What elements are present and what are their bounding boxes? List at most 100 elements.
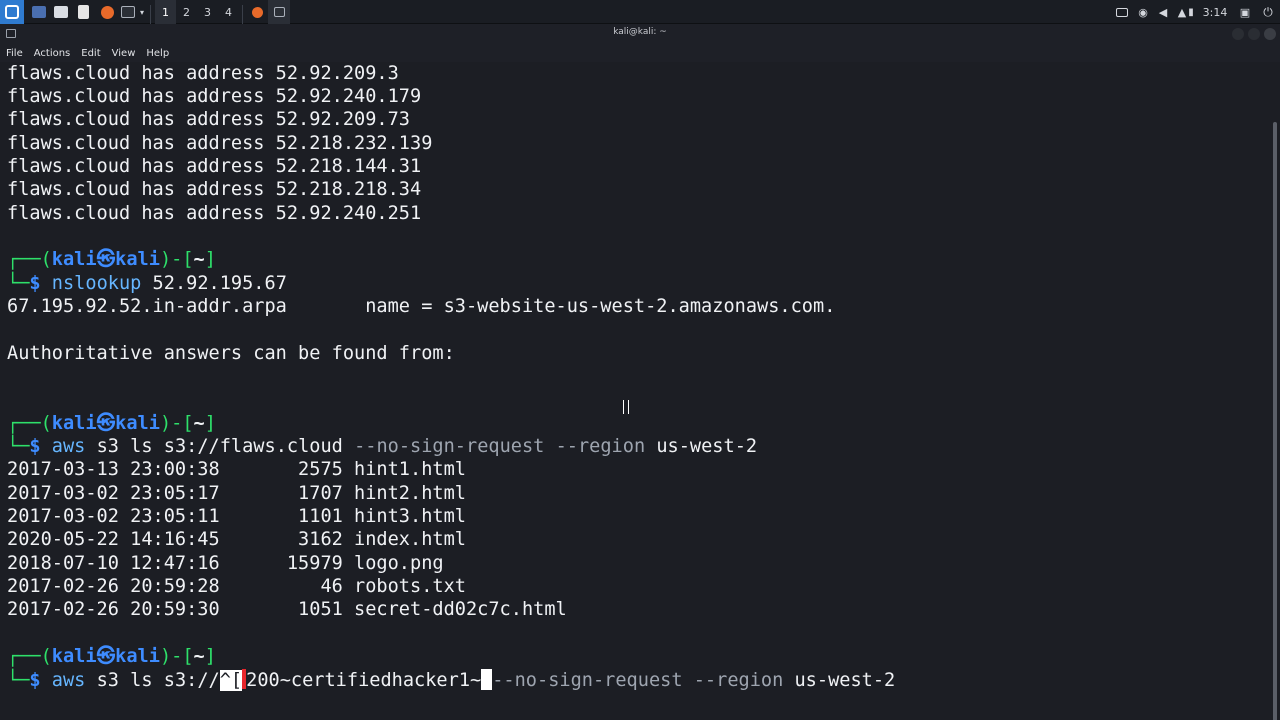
- command-line: └─$ nslookup 52.92.195.67: [7, 272, 287, 295]
- prompt-host: kali: [115, 249, 160, 270]
- menu-edit[interactable]: Edit: [81, 48, 100, 59]
- host-line: flaws.cloud has address 52.218.232.139: [7, 133, 433, 154]
- menu-view[interactable]: View: [112, 48, 136, 59]
- host-line: flaws.cloud has address 52.92.240.179: [7, 86, 422, 107]
- prompt-host: kali: [115, 413, 160, 434]
- firefox-task-icon[interactable]: [246, 0, 268, 24]
- prompt-dollar: $: [29, 273, 41, 294]
- host-line: flaws.cloud has address 52.92.209.3: [7, 63, 399, 84]
- workspace-3[interactable]: 3: [197, 0, 218, 24]
- command-option: --no-sign-request: [354, 436, 545, 457]
- listing-row: 2018-07-10 12:47:16 15979 logo.png: [7, 553, 444, 574]
- command-name: aws: [51, 436, 86, 457]
- command-option: --no-sign-request: [492, 670, 683, 691]
- display-icon[interactable]: [1112, 0, 1132, 24]
- prompt-open: ┌──(: [7, 413, 52, 434]
- command-args: s3 ls s3://flaws.cloud: [85, 436, 355, 457]
- prompt-corner: └─: [7, 670, 30, 691]
- terminal-task-icon[interactable]: [268, 0, 290, 24]
- listing-row: 2017-02-26 20:59:28 46 robots.txt: [7, 576, 466, 597]
- firefox-icon[interactable]: [96, 0, 118, 24]
- prompt-mid: )-[: [159, 646, 194, 667]
- command-args: s3 ls s3://: [85, 670, 220, 691]
- command-name: aws: [51, 670, 86, 691]
- menu-file[interactable]: File: [6, 48, 23, 59]
- prompt-user: kali: [51, 413, 97, 434]
- prompt-corner: └─: [7, 273, 30, 294]
- listing-row: 2017-03-02 23:05:11 1101 hint3.html: [7, 506, 466, 527]
- command-args: 200~certifiedhacker1~: [246, 670, 482, 691]
- volume-icon[interactable]: ◀: [1154, 0, 1172, 24]
- command-space: [683, 670, 694, 691]
- workspace-4[interactable]: 4: [218, 0, 239, 24]
- maximize-button[interactable]: [1248, 28, 1260, 40]
- kali-menu-icon[interactable]: [0, 0, 24, 24]
- prompt-dollar: $: [29, 670, 41, 691]
- escape-sequence: ^[: [219, 670, 243, 691]
- prompt-dir: ~: [193, 249, 205, 270]
- close-button[interactable]: [1264, 28, 1276, 40]
- prompt-at-icon: ㉿: [96, 413, 116, 434]
- prompt-dollar: $: [29, 436, 41, 457]
- menu-help[interactable]: Help: [146, 48, 169, 59]
- prompt-close: ]: [204, 646, 216, 667]
- terminal-output[interactable]: flaws.cloud has address 52.92.209.3 flaw…: [0, 62, 1270, 720]
- listing-row: 2017-03-02 23:05:17 1707 hint2.html: [7, 483, 466, 504]
- prompt-open: ┌──(: [7, 249, 52, 270]
- file-manager-icon[interactable]: [50, 0, 72, 24]
- desktop-icon[interactable]: [28, 0, 50, 24]
- prompt-at-icon: ㉿: [96, 646, 116, 667]
- scrollbar-thumb[interactable]: [1273, 122, 1277, 720]
- nslookup-result: 67.195.92.52.in-addr.arpa name = s3-webs…: [7, 296, 836, 317]
- command-args: 52.92.195.67: [141, 273, 287, 294]
- command-args: us-west-2: [783, 670, 896, 691]
- chevron-down-icon[interactable]: ▾: [137, 0, 147, 24]
- minimize-button[interactable]: [1232, 28, 1244, 40]
- prompt-user: kali: [51, 646, 97, 667]
- listing-row: 2017-03-13 23:00:38 2575 hint1.html: [7, 459, 466, 480]
- lock-icon[interactable]: ▣: [1236, 0, 1254, 24]
- window-titlebar[interactable]: kali@kali: ~: [0, 24, 1280, 44]
- window-title: kali@kali: ~: [613, 27, 667, 37]
- command-name: nslookup: [51, 273, 142, 294]
- command-line-active[interactable]: └─$ aws s3 ls s3://^[200~certifiedhacker…: [7, 669, 895, 692]
- text-editor-icon[interactable]: [72, 0, 94, 24]
- host-line: flaws.cloud has address 52.92.240.251: [7, 203, 422, 224]
- command-args: us-west-2: [645, 436, 758, 457]
- workspace-2[interactable]: 2: [176, 0, 197, 24]
- prompt-close: ]: [204, 249, 216, 270]
- prompt-close: ]: [204, 413, 216, 434]
- command-line: └─$ aws s3 ls s3://flaws.cloud --no-sign…: [7, 435, 757, 458]
- host-line: flaws.cloud has address 52.218.218.34: [7, 179, 422, 200]
- terminal-icon[interactable]: [117, 0, 139, 24]
- top-panel: ▾ 1 2 3 4 ◉ ◀ ▲ ▮ 3:14 ▣ ⏻: [0, 0, 1280, 29]
- prompt-host: kali: [115, 646, 160, 667]
- power-icon[interactable]: ⏻: [1258, 0, 1278, 24]
- listing-row: 2020-05-22 14:16:45 3162 index.html: [7, 529, 466, 550]
- command-space: [544, 436, 555, 457]
- network-icon[interactable]: ◉: [1134, 0, 1152, 24]
- prompt-corner: └─: [7, 436, 30, 457]
- prompt-header: ┌──(kali㉿kali)-[~]: [7, 248, 216, 271]
- workspace-1[interactable]: 1: [155, 0, 176, 24]
- listing-row: 2017-02-26 20:59:30 1051 secret-dd02c7c.…: [7, 599, 567, 620]
- prompt-user: kali: [51, 249, 97, 270]
- battery-icon[interactable]: ▮: [1183, 0, 1199, 24]
- prompt-dir: ~: [193, 646, 205, 667]
- clock[interactable]: 3:14: [1200, 0, 1230, 24]
- menu-bar: File Actions Edit View Help: [0, 44, 1280, 62]
- prompt-header: ┌──(kali㉿kali)-[~]: [7, 645, 216, 668]
- terminal-scrollbar[interactable]: [1270, 62, 1280, 720]
- prompt-dir: ~: [193, 413, 205, 434]
- prompt-mid: )-[: [159, 413, 194, 434]
- prompt-mid: )-[: [159, 249, 194, 270]
- host-line: flaws.cloud has address 52.218.144.31: [7, 156, 422, 177]
- prompt-at-icon: ㉿: [96, 249, 116, 270]
- prompt-header: ┌──(kali㉿kali)-[~]: [7, 412, 216, 435]
- host-line: flaws.cloud has address 52.92.209.73: [7, 109, 410, 130]
- command-option: --region: [693, 670, 784, 691]
- mouse-ibeam-cursor-icon: [623, 400, 629, 414]
- menu-actions[interactable]: Actions: [34, 48, 71, 59]
- prompt-open: ┌──(: [7, 646, 52, 667]
- command-option: --region: [555, 436, 646, 457]
